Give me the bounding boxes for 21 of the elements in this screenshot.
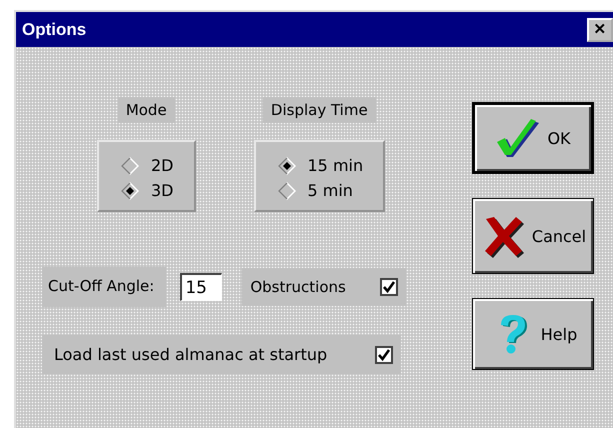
field-label: Cut-Off Angle: [48, 277, 154, 295]
checkbox[interactable] [375, 346, 394, 364]
window-title: Options [22, 20, 86, 40]
radio-label: 3D [151, 181, 174, 200]
group-label: Display Time [262, 97, 376, 123]
ok-button[interactable]: OK [472, 102, 594, 174]
cancel-button[interactable]: Cancel [472, 198, 594, 274]
checkbox-label: Load last used almanac at startup [54, 345, 328, 364]
close-button[interactable]: ✕ [587, 18, 613, 42]
checkbox-label: Obstructions [250, 278, 346, 296]
angle-field[interactable]: 15 [180, 273, 222, 301]
radio-label: 5 min [308, 181, 353, 200]
help-button[interactable]: Help [472, 298, 594, 370]
group-label: Mode [118, 97, 175, 123]
radio-button[interactable] [278, 156, 296, 174]
radio-button[interactable] [121, 182, 139, 200]
radio-label: 2D [151, 156, 174, 175]
radio-button[interactable] [121, 156, 139, 174]
radio-button[interactable] [278, 182, 296, 200]
radio-label: 15 min [308, 156, 364, 175]
checkbox[interactable] [380, 278, 398, 296]
